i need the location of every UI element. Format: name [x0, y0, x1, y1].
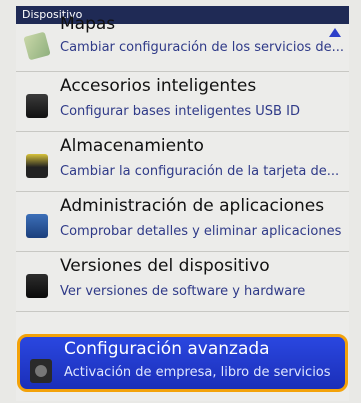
scroll-up-icon[interactable]: [329, 28, 341, 37]
list-item-title: Almacenamiento: [60, 136, 204, 156]
device-screen: Dispositivo Mapas Cambiar configuración …: [16, 6, 349, 401]
list-item-advanced-settings[interactable]: Configuración avanzada Activación de emp…: [17, 334, 348, 392]
list-item-subtitle: Configurar bases inteligentes USB ID: [60, 104, 300, 119]
list-item-smart-accessories[interactable]: Accesorios inteligentes Configurar bases…: [16, 72, 349, 132]
smart-accessory-icon: [26, 94, 48, 118]
storage-card-icon: [26, 154, 48, 178]
advanced-settings-icon: [30, 359, 52, 383]
list-item-title: Versiones del dispositivo: [60, 256, 270, 276]
list-item-subtitle: Cambiar la configuración de la tarjeta d…: [60, 164, 340, 179]
list-item-title: Administración de aplicaciones: [60, 196, 325, 216]
list-item-maps[interactable]: Mapas Cambiar configuración de los servi…: [16, 14, 349, 72]
list-item-subtitle: Cambiar configuración de los servicios d…: [60, 40, 344, 55]
list-item-device-versions[interactable]: Versiones del dispositivo Ver versiones …: [16, 252, 349, 312]
list-item-subtitle: Comprobar detalles y eliminar aplicacion…: [60, 224, 342, 239]
list-item-storage[interactable]: Almacenamiento Cambiar la configuración …: [16, 132, 349, 192]
applications-icon: [26, 214, 48, 238]
list-item-subtitle: Activación de empresa, libro de servicio…: [64, 365, 331, 380]
list-item-app-management[interactable]: Administración de aplicaciones Comprobar…: [16, 192, 349, 252]
settings-list: Mapas Cambiar configuración de los servi…: [16, 14, 349, 401]
map-icon: [23, 31, 51, 61]
list-item-title: Mapas: [60, 14, 116, 34]
list-item-title: Accesorios inteligentes: [60, 76, 257, 96]
device-versions-icon: [26, 274, 48, 298]
list-item-title: Configuración avanzada: [64, 339, 270, 359]
list-item-subtitle: Ver versiones de software y hardware: [60, 284, 306, 299]
